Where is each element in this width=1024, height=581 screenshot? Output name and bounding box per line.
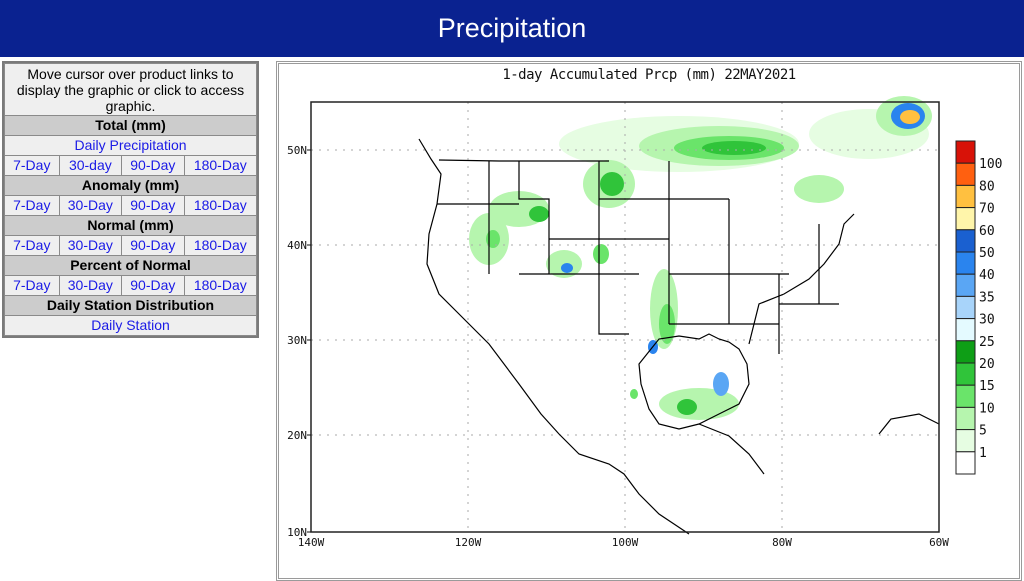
map-gridlines: [311, 102, 939, 532]
colorbar-label: 10: [979, 401, 995, 416]
colorbar-label: 30: [979, 313, 995, 328]
colorbar-label: 35: [979, 290, 995, 305]
colorbar-swatch: [955, 140, 976, 164]
section-total-heading: Total (mm): [5, 116, 256, 135]
precip-shading: [469, 96, 932, 420]
lat-label: 40N: [287, 239, 307, 252]
colorbar-label: 80: [979, 179, 995, 194]
lon-label: 140W: [298, 536, 325, 549]
longitude-labels: 140W 120W 100W 80W 60W: [298, 536, 950, 549]
percent-30day-link[interactable]: 30-Day: [59, 276, 122, 295]
colorbar-label: 100: [979, 157, 1002, 172]
lon-label: 80W: [772, 536, 792, 549]
page-header: Precipitation: [0, 0, 1024, 57]
product-nav-table: Move cursor over product links to displa…: [4, 63, 257, 336]
colorbar-label: 5: [979, 424, 987, 439]
precipitation-map: 50N40N30N20N10N 140W 120W 100W 80W 60W 10080…: [287, 96, 1002, 549]
lat-label: 30N: [287, 334, 307, 347]
page-title: Precipitation: [437, 13, 587, 43]
section-anomaly-heading: Anomaly (mm): [5, 176, 256, 195]
colorbar-label: 50: [979, 246, 995, 261]
colorbar-swatch: [955, 184, 976, 209]
product-nav-panel: Move cursor over product links to displa…: [2, 61, 259, 338]
colorbar-label: 60: [979, 224, 995, 239]
colorbar-label: 40: [979, 268, 995, 283]
normal-7day-link[interactable]: 7-Day: [5, 236, 59, 255]
daily-precipitation-link[interactable]: Daily Precipitation: [5, 136, 256, 155]
colorbar-swatch: [955, 362, 976, 386]
colorbar-swatch: [955, 295, 976, 320]
colorbar-label: 20: [979, 357, 995, 372]
colorbar-swatch: [955, 340, 976, 364]
lon-label: 120W: [455, 536, 482, 549]
nav-instructions: Move cursor over product links to displa…: [5, 64, 256, 115]
colorbar-swatch: [955, 251, 976, 275]
percent-7day-link[interactable]: 7-Day: [5, 276, 59, 295]
colorbar-label: 25: [979, 335, 995, 350]
anomaly-30day-link[interactable]: 30-Day: [59, 196, 122, 215]
section-normal-heading: Normal (mm): [5, 216, 256, 235]
lon-label: 100W: [612, 536, 639, 549]
percent-90day-link[interactable]: 90-Day: [122, 276, 184, 295]
normal-90day-link[interactable]: 90-Day: [122, 236, 184, 255]
lat-label: 20N: [287, 429, 307, 442]
latitude-labels: 50N40N30N20N10N: [287, 144, 311, 539]
percent-180day-link[interactable]: 180-Day: [184, 276, 256, 295]
total-30day-link[interactable]: 30-day: [59, 156, 122, 175]
total-90day-link[interactable]: 90-Day: [122, 156, 184, 175]
colorbar-swatch: [955, 318, 976, 342]
normal-180day-link[interactable]: 180-Day: [184, 236, 256, 255]
lon-label: 60W: [929, 536, 949, 549]
colorbar-label: 1: [979, 446, 987, 461]
anomaly-90day-link[interactable]: 90-Day: [122, 196, 184, 215]
colorbar-swatch: [955, 162, 976, 186]
total-7day-link[interactable]: 7-Day: [5, 156, 59, 175]
colorbar-swatch: [955, 229, 976, 253]
section-percent-heading: Percent of Normal: [5, 256, 256, 275]
precipitation-map-graphic: 1-day Accumulated Prcp (mm) 22MAY2021 50…: [276, 61, 1022, 581]
colorbar-label: 15: [979, 379, 995, 394]
colorbar-swatch: [955, 406, 976, 431]
total-180day-link[interactable]: 180-Day: [184, 156, 256, 175]
colorbar-swatch: [955, 207, 976, 231]
colorbar-swatch: [955, 451, 976, 475]
colorbar-swatch: [955, 429, 976, 453]
daily-station-link[interactable]: Daily Station: [5, 316, 256, 335]
precip-colorbar: 100 80 70 60 50 40 35 30 25 20 15 10 5 1: [955, 140, 1002, 475]
anomaly-180day-link[interactable]: 180-Day: [184, 196, 256, 215]
colorbar-label: 70: [979, 202, 995, 217]
colorbar-swatch: [955, 384, 976, 408]
section-station-heading: Daily Station Distribution: [5, 296, 256, 315]
lat-label: 50N: [287, 144, 307, 157]
normal-30day-link[interactable]: 30-Day: [59, 236, 122, 255]
anomaly-7day-link[interactable]: 7-Day: [5, 196, 59, 215]
colorbar-swatch: [955, 273, 976, 297]
